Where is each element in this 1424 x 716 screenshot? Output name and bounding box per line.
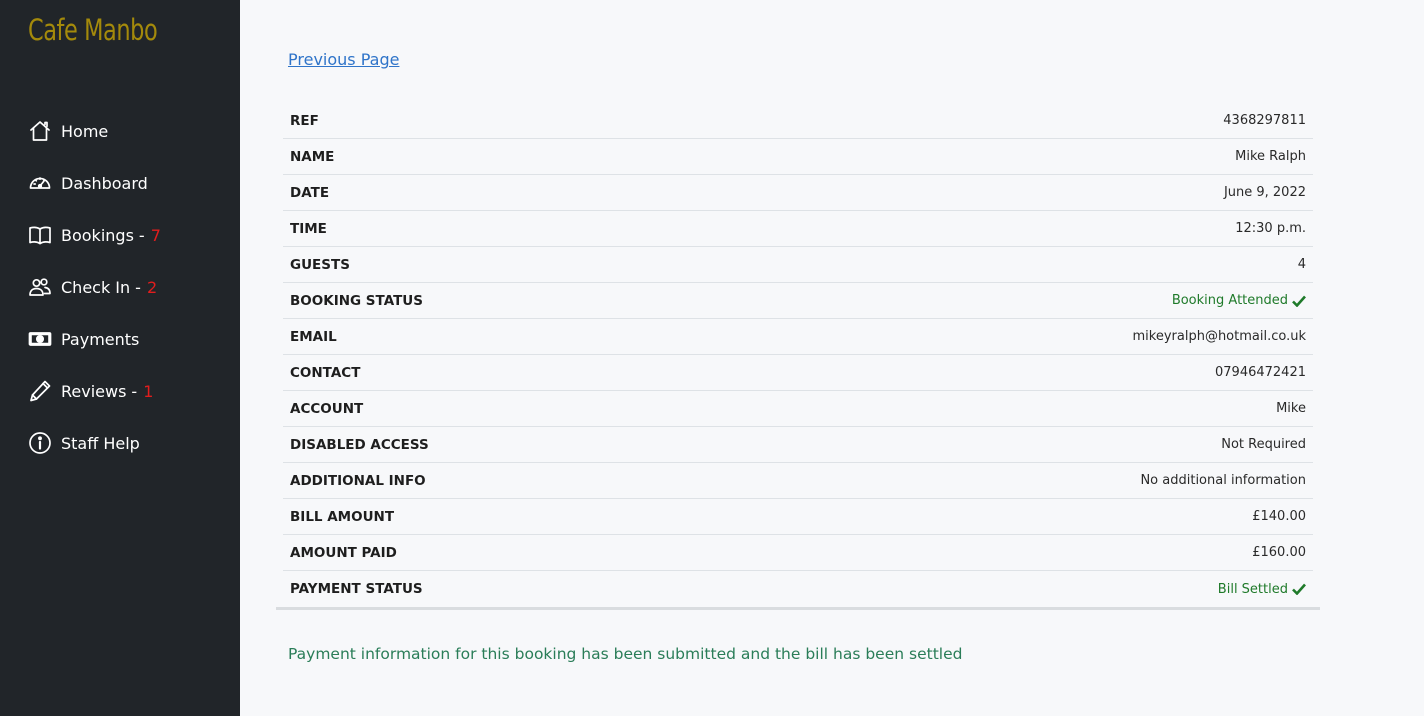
count-separator: - (131, 381, 138, 401)
table-row: AMOUNT PAID £160.00 (283, 535, 1313, 571)
sidebar-item-label: Bookings (61, 225, 134, 245)
row-label: GUESTS (290, 256, 350, 273)
table-row: ADDITIONAL INFO No additional informatio… (283, 463, 1313, 499)
sidebar-item-label: Staff Help (61, 433, 140, 453)
row-label: TIME (290, 220, 327, 237)
table-row: CONTACT 07946472421 (283, 355, 1313, 391)
booking-status-value: Booking Attended (1172, 293, 1306, 308)
previous-page-link[interactable]: Previous Page (288, 50, 399, 69)
cash-icon (27, 326, 53, 352)
main-content: Previous Page REF 4368297811 NAME Mike R… (240, 0, 1424, 716)
table-row: NAME Mike Ralph (283, 139, 1313, 175)
row-label: ADDITIONAL INFO (290, 472, 426, 489)
row-label: DATE (290, 184, 330, 201)
sidebar-item-label: Dashboard (61, 173, 148, 193)
home-icon (27, 118, 53, 144)
count-separator: - (138, 225, 145, 245)
table-row: TIME 12:30 p.m. (283, 211, 1313, 247)
reviews-count-badge: 1 (143, 381, 154, 401)
sidebar-item-staff-help[interactable]: Staff Help (27, 425, 227, 461)
sidebar-item-check-in[interactable]: Check In - 2 (27, 269, 227, 305)
brand-logo[interactable]: Cafe Manbo (28, 13, 158, 47)
row-label: BILL AMOUNT (290, 508, 395, 525)
sidebar-item-dashboard[interactable]: Dashboard (27, 165, 227, 201)
bookings-count-badge: 7 (150, 225, 161, 245)
sidebar-item-label: Home (61, 121, 109, 141)
row-label: NAME (290, 148, 335, 165)
row-value: Not Required (1221, 437, 1306, 452)
row-value: Mike (1276, 401, 1306, 416)
row-value: 07946472421 (1215, 365, 1306, 380)
check-in-count-badge: 2 (146, 277, 158, 297)
row-label: DISABLED ACCESS (290, 436, 429, 453)
sidebar-item-label: Payments (61, 329, 140, 349)
sidebar-item-bookings[interactable]: Bookings - 7 (27, 217, 227, 253)
count-separator: - (135, 277, 141, 297)
sidebar: Cafe Manbo Home Dashboard Bookings - 7 C… (0, 0, 240, 716)
booking-details-table: REF 4368297811 NAME Mike Ralph DATE June… (276, 103, 1320, 610)
row-value: £140.00 (1252, 509, 1306, 524)
row-label: BOOKING STATUS (290, 292, 423, 309)
row-label: ACCOUNT (290, 400, 364, 417)
sidebar-item-home[interactable]: Home (27, 113, 227, 149)
pencil-icon (27, 378, 53, 404)
row-value: Mike Ralph (1235, 149, 1306, 164)
info-circle-icon (27, 430, 53, 456)
table-row: BILL AMOUNT £140.00 (283, 499, 1313, 535)
table-row: DATE June 9, 2022 (283, 175, 1313, 211)
table-row: EMAIL mikeyralph@hotmail.co.uk (283, 319, 1313, 355)
row-value: mikeyralph@hotmail.co.uk (1132, 329, 1307, 344)
table-row: GUESTS 4 (283, 247, 1313, 283)
row-label: EMAIL (290, 328, 337, 345)
row-label: AMOUNT PAID (290, 544, 397, 561)
sidebar-item-reviews[interactable]: Reviews - 1 (27, 373, 227, 409)
payment-status-value: Bill Settled (1218, 582, 1306, 597)
row-label: CONTACT (290, 364, 361, 381)
people-icon (27, 274, 53, 300)
table-row: ACCOUNT Mike (283, 391, 1313, 427)
row-value: June 9, 2022 (1223, 185, 1306, 200)
table-row: DISABLED ACCESS Not Required (283, 427, 1313, 463)
sidebar-item-label: Check In (61, 277, 131, 297)
sidebar-item-label: Reviews (61, 381, 127, 401)
row-value: £160.00 (1252, 545, 1306, 560)
table-row: REF 4368297811 (283, 103, 1313, 139)
table-row: BOOKING STATUS Booking Attended (283, 283, 1313, 319)
status-text: Booking Attended (1171, 293, 1288, 308)
row-label: PAYMENT STATUS (290, 581, 423, 597)
row-value: 12:30 p.m. (1235, 221, 1306, 236)
checkmark-icon (1292, 295, 1306, 307)
sidebar-item-payments[interactable]: Payments (27, 321, 227, 357)
row-value: No additional information (1140, 473, 1306, 488)
speedometer-icon (27, 170, 53, 196)
book-icon (27, 222, 53, 248)
payment-settled-message: Payment information for this booking has… (288, 645, 963, 663)
table-row: PAYMENT STATUS Bill Settled (283, 571, 1313, 607)
status-text: Bill Settled (1217, 581, 1288, 597)
row-label: REF (290, 112, 319, 129)
row-value: 4368297811 (1223, 113, 1306, 128)
checkmark-icon (1292, 583, 1306, 595)
row-value: 4 (1297, 257, 1306, 272)
